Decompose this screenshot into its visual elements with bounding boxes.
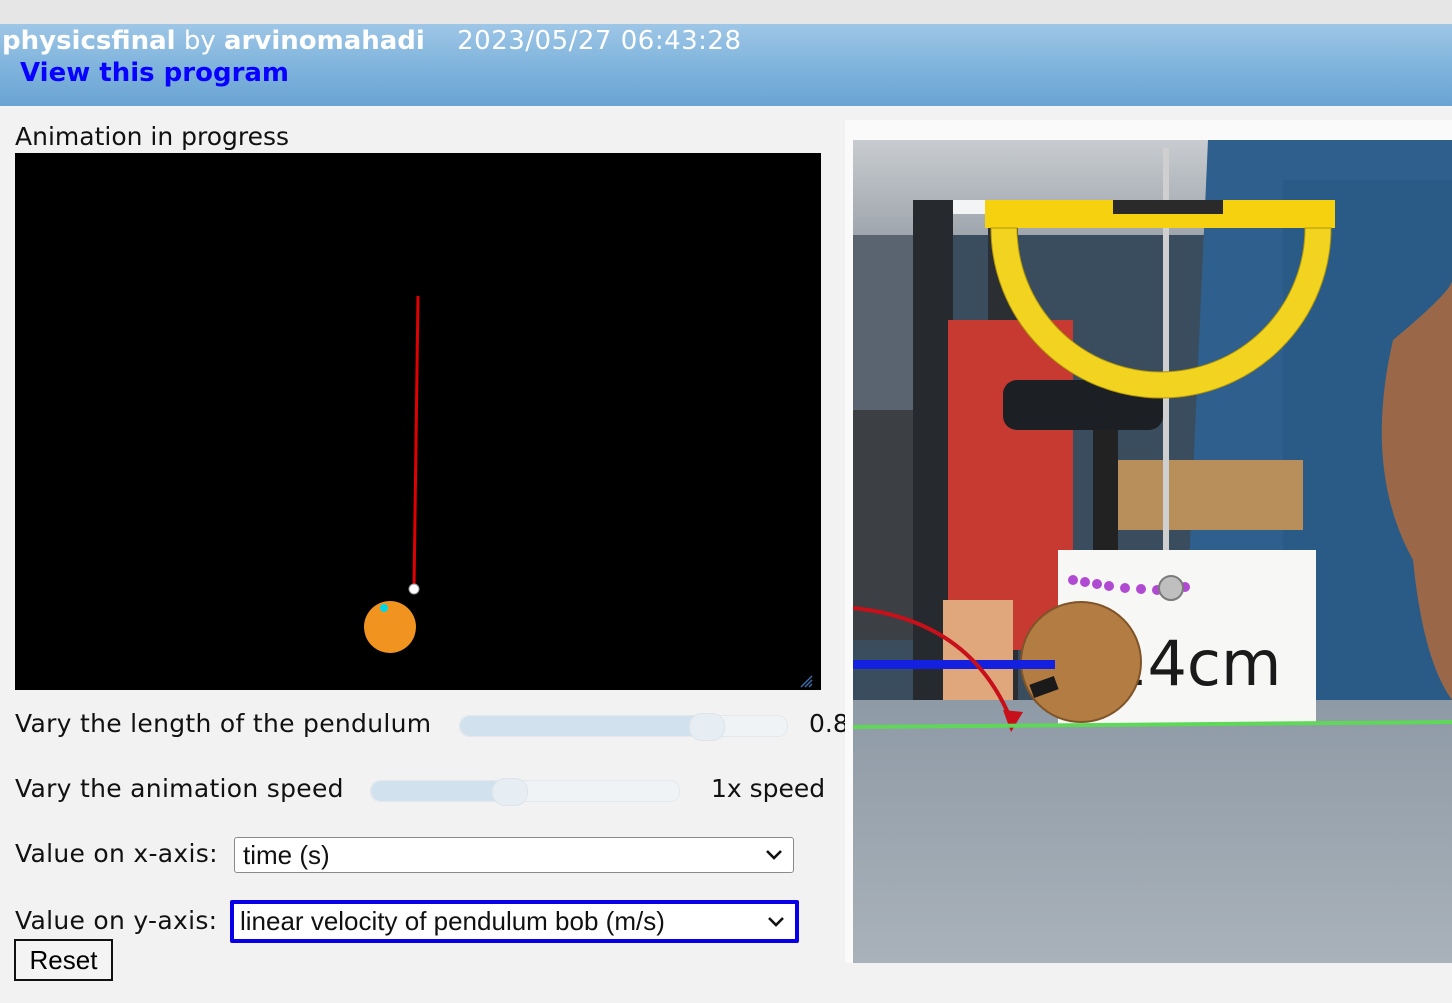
bob-marker [380, 604, 388, 612]
x-axis-label: Value on x-axis: [15, 839, 218, 868]
speed-slider-thumb[interactable] [491, 778, 528, 806]
pendulum-pivot [408, 583, 420, 595]
length-label: Vary the length of the pendulum [15, 709, 432, 738]
resize-grip-icon [800, 675, 813, 688]
pendulum-experiment-photo: 14cm [853, 140, 1452, 963]
header-title-line: physicsfinal by arvinomahadi 2023/05/27 … [2, 26, 742, 56]
length-slider-fill [460, 716, 706, 736]
speed-label: Vary the animation speed [15, 774, 344, 803]
length-value: 0.8 [809, 709, 849, 738]
speed-value: 1x speed [711, 774, 826, 803]
y-axis-selected-value: linear velocity of pendulum bob (m/s) [240, 906, 665, 936]
by-text: by [183, 26, 216, 56]
speed-slider-fill [371, 781, 509, 801]
x-axis-select[interactable]: time (s) [234, 837, 794, 873]
length-slider[interactable] [459, 713, 788, 741]
y-axis-label: Value on y-axis: [15, 906, 218, 935]
author-name: arvinomahadi [224, 26, 425, 56]
pendulum-string [412, 295, 420, 590]
pendulum-bob [364, 601, 416, 653]
timestamp: 2023/05/27 06:43:28 [457, 26, 742, 56]
browser-top-strip [0, 0, 1452, 24]
view-program-link[interactable]: View this program [20, 58, 289, 88]
program-name: physicsfinal [2, 26, 176, 56]
length-slider-thumb[interactable] [688, 713, 725, 741]
x-axis-selected-value: time (s) [243, 839, 330, 870]
speed-slider[interactable] [370, 778, 680, 806]
y-axis-select[interactable]: linear velocity of pendulum bob (m/s) [230, 900, 799, 943]
chevron-down-icon [766, 850, 782, 860]
chevron-down-icon [768, 916, 784, 927]
animation-status: Animation in progress [15, 122, 290, 151]
program-header: physicsfinal by arvinomahadi 2023/05/27 … [0, 24, 1452, 106]
animation-canvas[interactable] [15, 153, 821, 690]
reset-button[interactable]: Reset [14, 939, 113, 981]
